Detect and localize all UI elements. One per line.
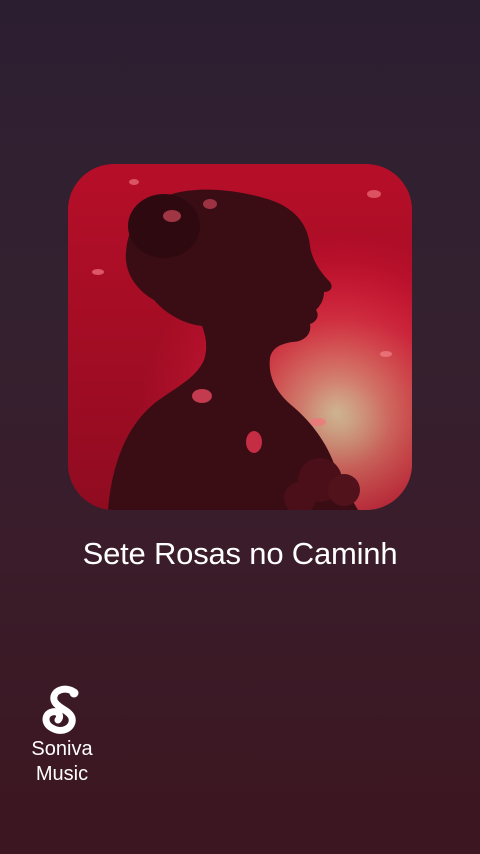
album-cover[interactable] (68, 164, 412, 510)
song-title: Sete Rosas no Caminh (82, 536, 398, 571)
brand-watermark: Soniva Music (20, 684, 104, 786)
brand-name-line2: Music (35, 763, 89, 785)
player-screen: Sete Rosas no Caminh Soniva Music (0, 0, 480, 854)
brand-name-line1: Soniva (31, 738, 93, 760)
album-art-woman-silhouette (68, 164, 412, 510)
soniva-logo-icon (42, 685, 79, 734)
